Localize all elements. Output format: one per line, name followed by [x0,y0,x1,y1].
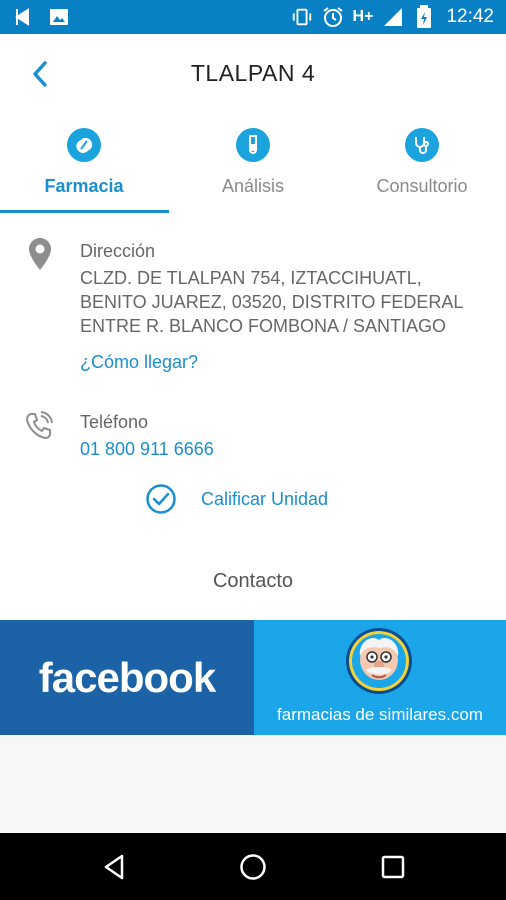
nav-home-button[interactable] [235,849,271,885]
vibrate-icon [291,6,313,28]
phone-number-link[interactable]: 01 800 911 6666 [80,439,214,460]
media-icon [14,6,36,28]
facebook-logo: facebook [38,653,216,701]
rate-unit-label: Calificar Unidad [201,488,329,509]
rate-unit-button[interactable]: Calificar Unidad [145,482,328,516]
network-type: H+ [352,8,374,25]
facebook-banner[interactable]: facebook [0,620,254,735]
status-bar: H+ 12:42 [0,0,506,34]
alarm-icon [322,6,344,28]
recents-square-icon [381,855,405,879]
contact-heading: Contacto [212,570,294,592]
nav-recents-button[interactable] [375,849,411,885]
address-text: CLZD. DE TLALPAN 754, IZTACCIHUATL, BENI… [80,266,463,338]
address-line: BENITO JUAREZ, 03520, DISTRITO FEDERAL [80,292,464,312]
tab-farmacia[interactable]: Farmacia [0,114,168,214]
doctor-simi-logo [346,628,412,694]
clock: 12:42 [446,6,494,27]
tab-indicator [0,210,169,213]
signal-icon [382,6,404,28]
address-label: Dirección [80,241,156,261]
tab-label: Análisis [221,176,285,196]
address-line: CLZD. DE TLALPAN 754, IZTACCIHUATL, [80,268,422,288]
contact-banner: facebook farmacias de similares.com [0,620,506,735]
tab-label: Farmacia [44,176,124,196]
tab-consultorio[interactable]: Consultorio [338,114,506,214]
tab-analisis[interactable]: Análisis [169,114,337,214]
address-line: ENTRE R. BLANCO FOMBONA / SANTIAGO [80,316,447,336]
similares-banner[interactable]: farmacias de similares.com [254,620,506,735]
directions-link[interactable]: ¿Cómo llegar? [80,352,198,373]
image-icon [48,6,70,28]
pharmacy-icon [67,128,101,162]
home-circle-icon [240,854,266,880]
tab-label: Consultorio [376,176,468,196]
app-bar: TLALPAN 4 [0,34,506,114]
test-tube-icon [236,128,270,162]
page-title: TLALPAN 4 [190,60,316,86]
empty-area [0,735,506,833]
check-circle-icon [146,484,176,514]
back-triangle-icon [104,854,124,880]
phone-label: Teléfono [80,412,149,432]
location-pin-icon [26,236,54,272]
battery-charging-icon [413,5,435,28]
phone-icon [24,410,54,442]
system-nav-bar [0,833,506,900]
similares-text: farmacias de similares.com [277,705,483,724]
stethoscope-icon [405,128,439,162]
tab-bar: Farmacia Análisis Consultorio [0,114,506,214]
nav-back-button[interactable] [96,849,132,885]
